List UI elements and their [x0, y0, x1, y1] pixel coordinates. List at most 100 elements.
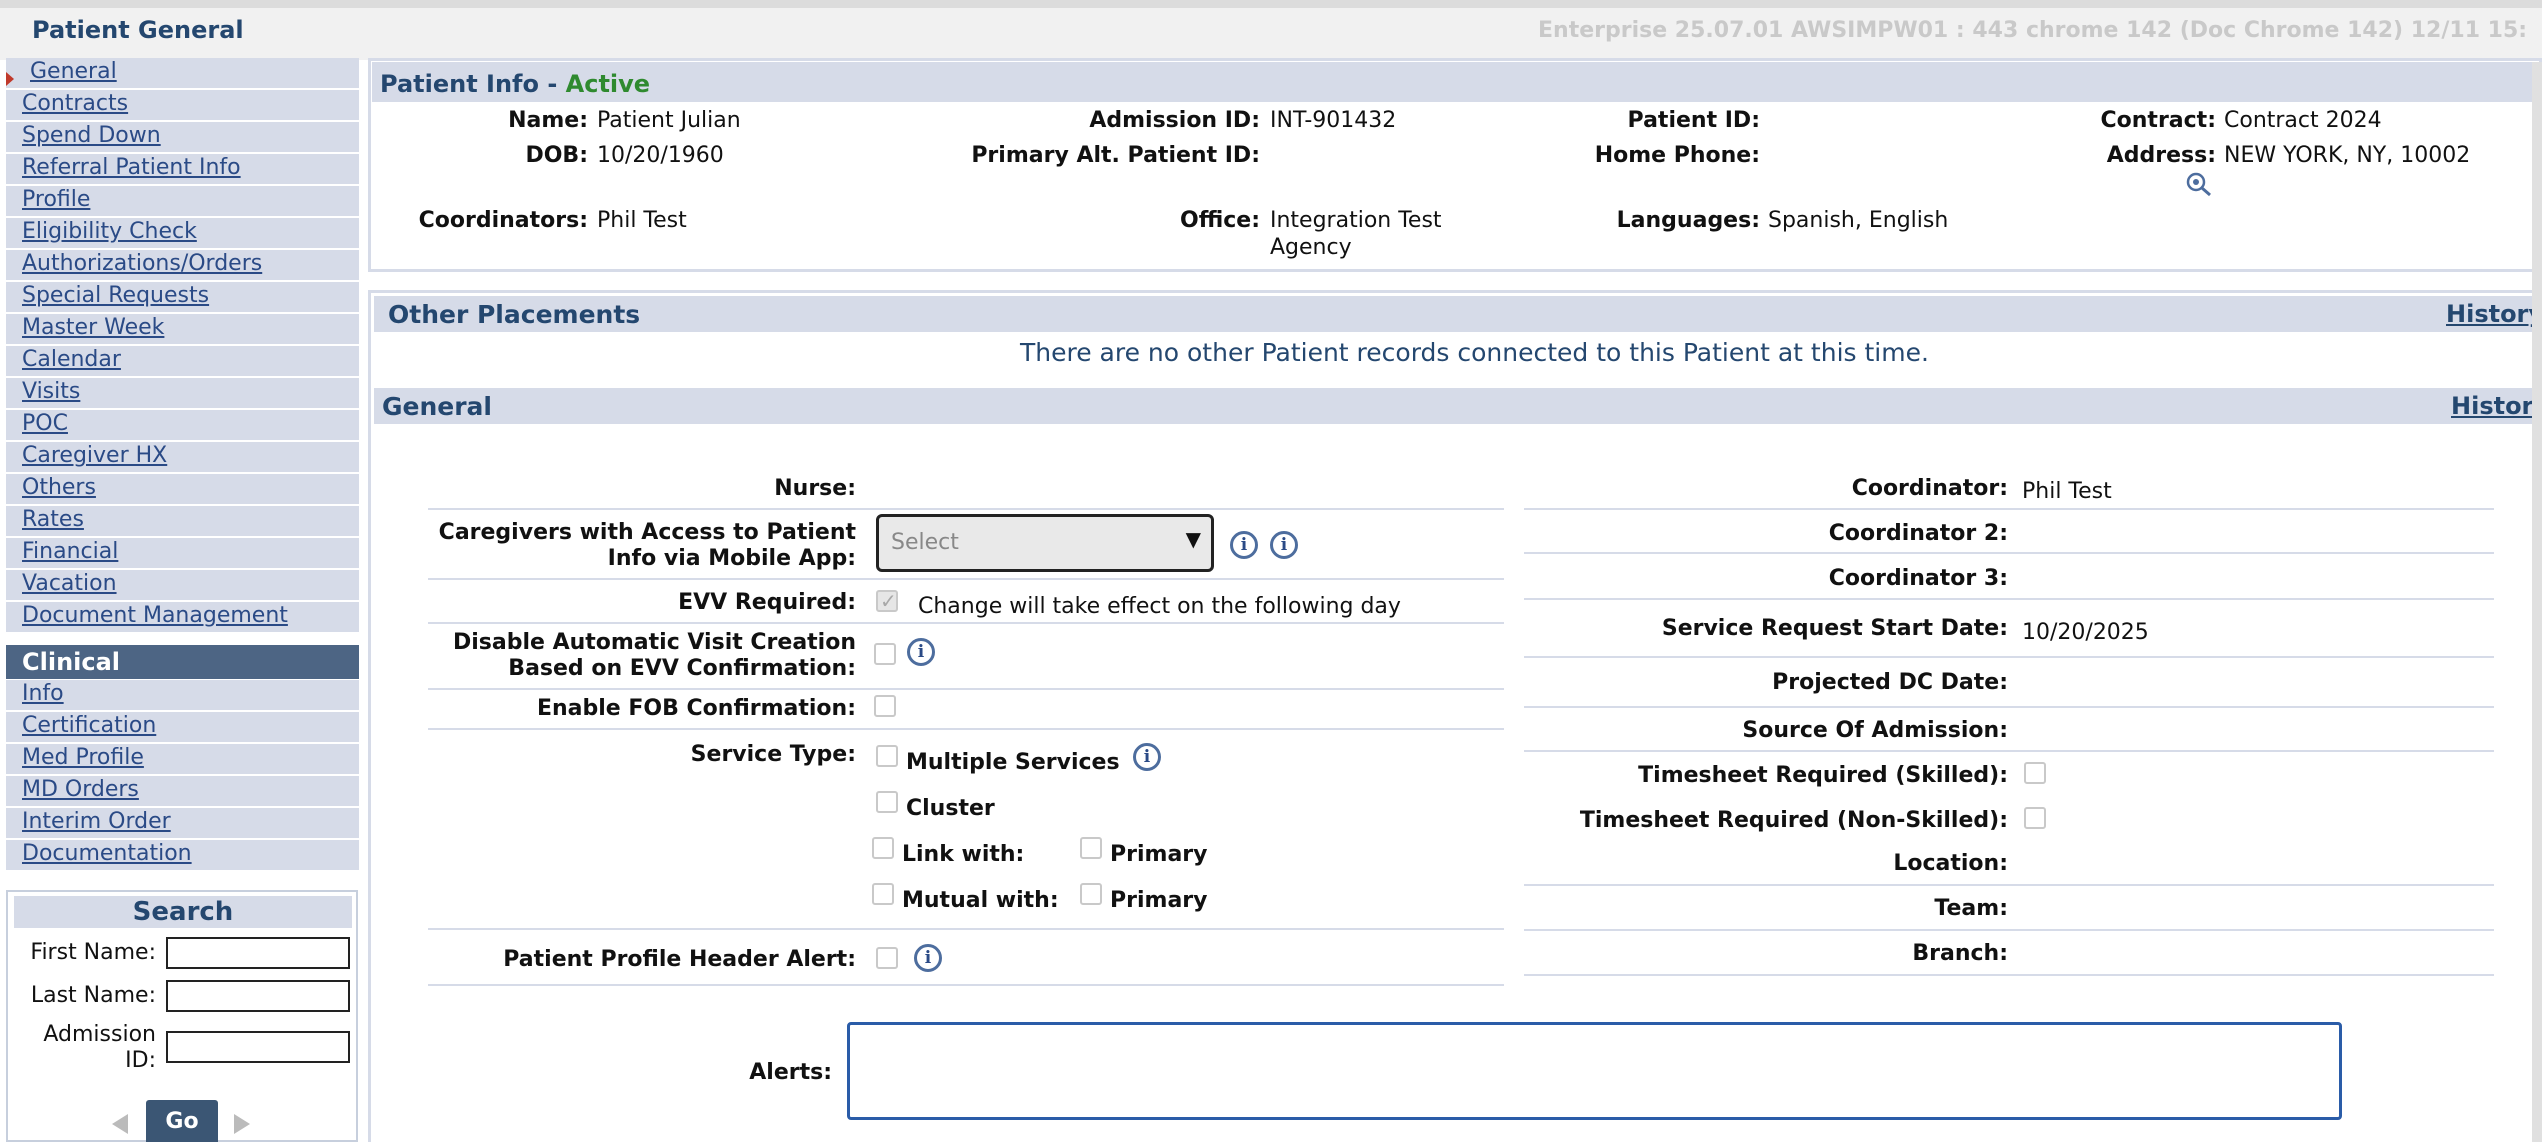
sidebar-item-caregiver-hx[interactable]: Caregiver HX [22, 443, 167, 468]
sidebar-item-row: Eligibility Check [6, 218, 359, 250]
evv-required-checkbox[interactable] [876, 589, 898, 613]
map-search-icon[interactable] [2186, 172, 2216, 198]
contract-value: Contract 2024 [2224, 108, 2382, 133]
clinical-item-info[interactable]: Info [22, 681, 64, 706]
sidebar-item-master-week[interactable]: Master Week [22, 315, 164, 340]
patient-info-title: Patient Info - Active [380, 70, 651, 98]
link-with-label: Link with: [902, 842, 1025, 867]
profile-header-alert-checkbox[interactable] [876, 947, 898, 969]
evv-note: Change will take effect on the following… [918, 594, 1401, 619]
address-value: NEW YORK, NY, 10002 [2224, 143, 2471, 168]
info-icon[interactable]: i [914, 944, 942, 972]
coordinators-label: Coordinators: [418, 208, 588, 233]
active-item-marker-icon [6, 72, 14, 86]
multiple-services-label: Multiple Services [906, 750, 1120, 775]
link-primary-checkbox[interactable] [1080, 837, 1102, 859]
clinical-item-med-profile[interactable]: Med Profile [22, 745, 144, 770]
team-label: Team: [1934, 896, 2008, 921]
fob-confirmation-checkbox[interactable] [874, 695, 896, 717]
sidebar-item-authorizations-orders[interactable]: Authorizations/Orders [22, 251, 262, 276]
sidebar-item-row: Contracts [6, 90, 359, 122]
first-name-input[interactable] [166, 937, 350, 969]
sidebar-item-row: Master Week [6, 314, 359, 346]
sidebar-item-row: Referral Patient Info [6, 154, 359, 186]
info-icon[interactable]: i [907, 638, 935, 666]
mutual-with-label: Mutual with: [902, 888, 1059, 913]
location-label: Location: [1893, 851, 2008, 876]
scrollbar[interactable] [2532, 62, 2542, 1142]
caregivers-select[interactable]: Select ▼ [876, 514, 1214, 572]
disable-visit-creation-label-2: Based on EVV Confirmation: [508, 656, 856, 681]
alerts-textarea[interactable] [847, 1022, 2342, 1120]
other-placements-history-link[interactable]: History [2446, 300, 2542, 328]
admission-id-input[interactable] [166, 1031, 350, 1063]
admission-id-label: Admission [43, 1022, 156, 1047]
office-value-2: Agency [1270, 235, 1352, 260]
sidebar-item-others[interactable]: Others [22, 475, 96, 500]
mutual-with-checkbox[interactable] [872, 883, 894, 905]
coordinators-value: Phil Test [597, 208, 687, 233]
sidebar-item-document-management[interactable]: Document Management [22, 603, 288, 628]
sidebar-item-rates[interactable]: Rates [22, 507, 84, 532]
sidebar-item-poc[interactable]: POC [22, 411, 68, 436]
general-history-link[interactable]: History [2451, 392, 2542, 420]
alt-patient-id-label: Primary Alt. Patient ID: [971, 143, 1260, 168]
last-name-label: Last Name: [30, 983, 156, 1008]
timesheet-nonskilled-checkbox[interactable] [2024, 807, 2046, 829]
general-header [374, 388, 2542, 424]
link-with-checkbox[interactable] [872, 837, 894, 859]
sidebar-item-row: Calendar [6, 346, 359, 378]
service-request-start-date-value: 10/20/2025 [2022, 620, 2149, 645]
multiple-services-checkbox[interactable] [876, 745, 898, 767]
sidebar-item-row: Document Management [6, 602, 359, 634]
clinical-item-interim-order[interactable]: Interim Order [22, 809, 171, 834]
sidebar-item-referral-patient-info[interactable]: Referral Patient Info [22, 155, 241, 180]
cluster-checkbox[interactable] [876, 791, 898, 813]
admission-id-label-2: ID: [125, 1048, 156, 1073]
address-label: Address: [2106, 143, 2216, 168]
timesheet-skilled-checkbox[interactable] [2024, 762, 2046, 784]
clinical-item-certification[interactable]: Certification [22, 713, 156, 738]
sidebar-item-vacation[interactable]: Vacation [22, 571, 117, 596]
sidebar-item-calendar[interactable]: Calendar [22, 347, 121, 372]
mutual-primary-checkbox[interactable] [1080, 883, 1102, 905]
admission-id-value: INT-901432 [1270, 108, 1397, 133]
info-icon[interactable]: i [1133, 743, 1161, 771]
next-arrow-icon[interactable] [234, 1114, 250, 1134]
sidebar-item-row: Vacation [6, 570, 359, 602]
clinical-item-documentation[interactable]: Documentation [22, 841, 192, 866]
office-label: Office: [1180, 208, 1260, 233]
sidebar-item-contracts[interactable]: Contracts [22, 91, 128, 116]
contract-label: Contract: [2100, 108, 2217, 133]
sidebar-item-row: Authorizations/Orders [6, 250, 359, 282]
clinical-item-md-orders[interactable]: MD Orders [22, 777, 139, 802]
sidebar-item-visits[interactable]: Visits [22, 379, 80, 404]
sidebar-item-profile[interactable]: Profile [22, 187, 90, 212]
patient-status: Active [565, 70, 651, 98]
sidebar-item-eligibility-check[interactable]: Eligibility Check [22, 219, 197, 244]
clinical-nav: Info Certification Med Profile MD Orders Int… [6, 680, 359, 872]
sidebar-item-financial[interactable]: Financial [22, 539, 118, 564]
nurse-label: Nurse: [774, 476, 856, 501]
disable-visit-creation-label: Disable Automatic Visit Creation [452, 630, 856, 655]
info-icon[interactable]: i [1230, 531, 1258, 559]
sidebar-section-clinical: Clinical [6, 645, 359, 679]
no-placements-message: There are no other Patient records conne… [1020, 338, 1929, 367]
sidebar-item-spend-down[interactable]: Spend Down [22, 123, 161, 148]
disable-visit-creation-checkbox[interactable] [874, 643, 896, 665]
go-button[interactable]: Go [146, 1100, 218, 1142]
sidebar-item-special-requests[interactable]: Special Requests [22, 283, 209, 308]
info-icon[interactable]: i [1270, 531, 1298, 559]
admission-id-label-info: Admission ID: [1089, 108, 1260, 133]
clinical-item-row: MD Orders [6, 776, 359, 808]
last-name-input[interactable] [166, 980, 350, 1012]
timesheet-skilled-label: Timesheet Required (Skilled): [1638, 763, 2008, 788]
timesheet-nonskilled-label: Timesheet Required (Non-Skilled): [1579, 808, 2008, 833]
sidebar-item-row: Others [6, 474, 359, 506]
prev-arrow-icon[interactable] [112, 1114, 128, 1134]
cluster-label: Cluster [906, 796, 995, 821]
service-type-label: Service Type: [690, 742, 856, 767]
sidebar-item-row: Spend Down [6, 122, 359, 154]
search-title: Search [14, 896, 352, 928]
sidebar-item-general[interactable]: General [30, 59, 117, 84]
